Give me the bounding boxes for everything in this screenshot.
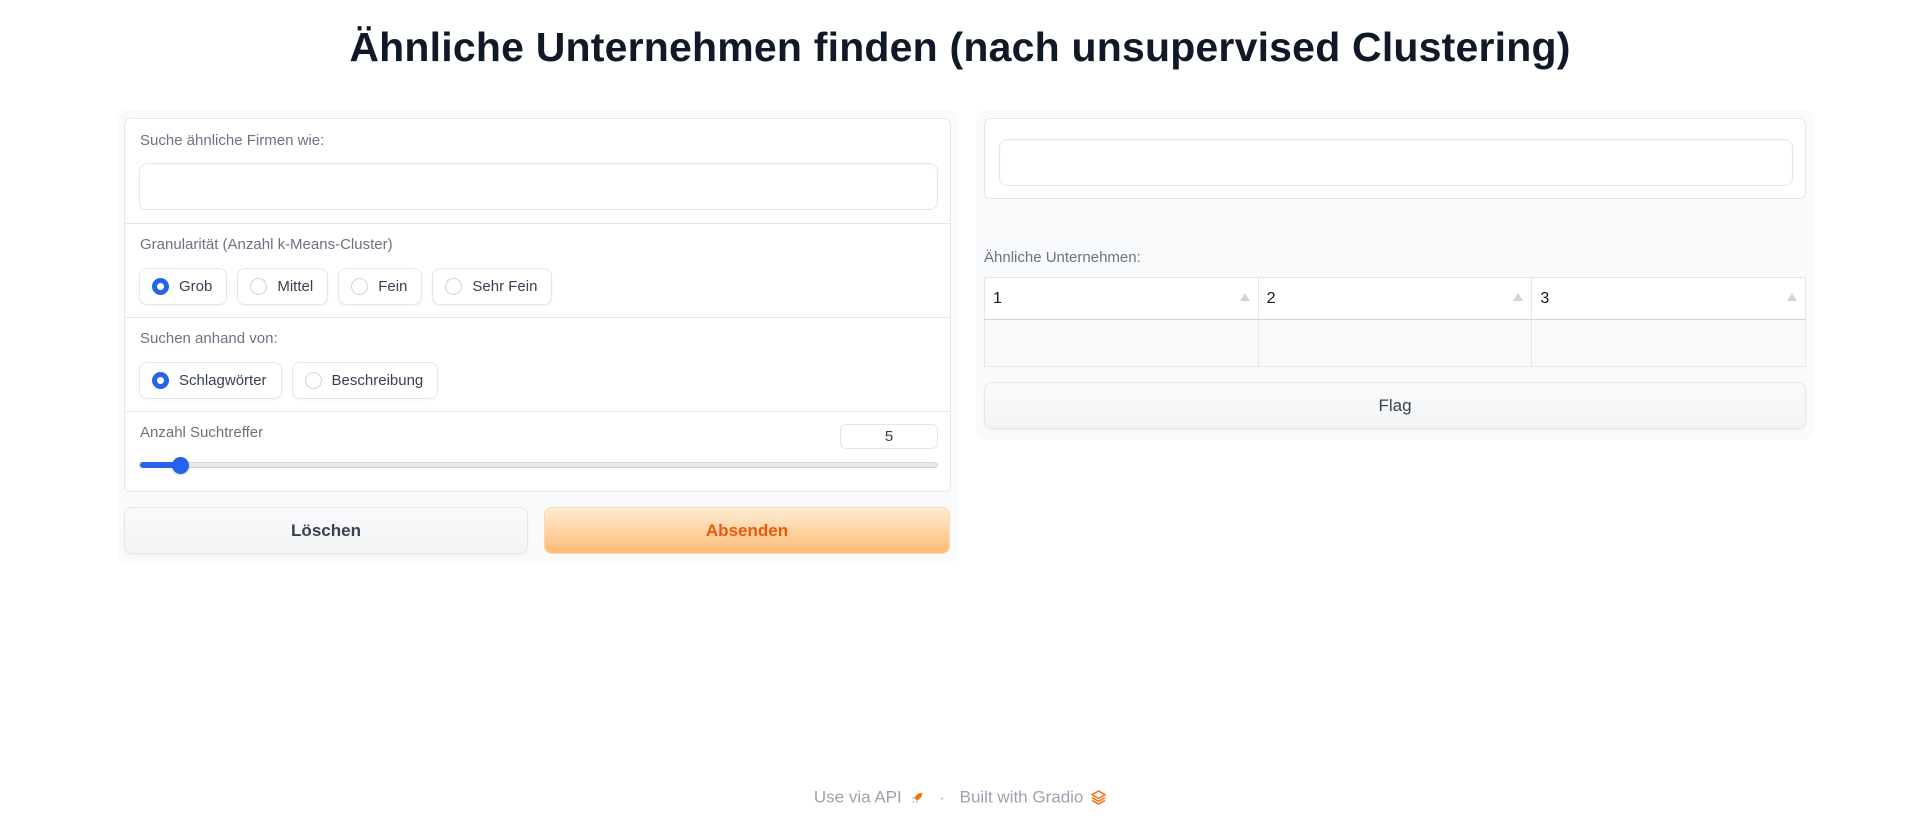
- radio-unchecked-icon: [351, 278, 369, 295]
- table-cell[interactable]: [1258, 319, 1533, 367]
- search-by-block: Suchen anhand von: Schlagwörter Beschrei…: [124, 318, 951, 412]
- radio-unchecked-icon: [250, 278, 268, 295]
- submit-button[interactable]: Absenden: [544, 507, 950, 554]
- sort-arrow-icon[interactable]: [1513, 293, 1524, 301]
- slider-thumb[interactable]: [171, 457, 189, 474]
- search-label: Suche ähnliche Firmen wie:: [140, 132, 325, 149]
- use-via-api-link[interactable]: Use via API: [814, 787, 929, 807]
- granularity-option-grob[interactable]: Grob: [139, 268, 228, 305]
- search-block: Suche ähnliche Firmen wie:: [124, 118, 951, 224]
- search-by-label: Suchen anhand von:: [140, 330, 278, 347]
- granularity-label: Granularität (Anzahl k-Means-Cluster): [140, 236, 393, 253]
- hits-label: Anzahl Suchtreffer: [140, 424, 264, 441]
- flag-button[interactable]: Flag: [984, 382, 1806, 429]
- table-header-cell[interactable]: 1: [984, 277, 1259, 320]
- granularity-option-fein[interactable]: Fein: [338, 268, 423, 305]
- granularity-radio-group: Grob Mittel Fein Sehr Fein: [139, 268, 553, 305]
- similar-companies-label: Ähnliche Unternehmen:: [984, 249, 1141, 266]
- sort-arrow-icon[interactable]: [1239, 293, 1250, 301]
- table-cell[interactable]: [984, 319, 1259, 367]
- search-by-radio-group: Schlagwörter Beschreibung: [139, 362, 439, 399]
- rocket-icon: [912, 792, 923, 804]
- footer: Use via API · Built with Gradio: [0, 787, 1920, 808]
- radio-checked-icon: [152, 372, 169, 389]
- footer-separator: ·: [939, 787, 945, 807]
- output-textbox[interactable]: [999, 139, 1793, 186]
- gradio-logo-icon: [1091, 790, 1107, 806]
- radio-checked-icon: [152, 278, 169, 295]
- granularity-block: Granularität (Anzahl k-Means-Cluster) Gr…: [124, 224, 951, 318]
- granularity-option-mittel[interactable]: Mittel: [237, 268, 329, 305]
- search-input[interactable]: [139, 163, 938, 210]
- search-by-option-schlagwoerter[interactable]: Schlagwörter: [139, 362, 282, 399]
- search-by-option-beschreibung[interactable]: Beschreibung: [291, 362, 439, 399]
- radio-unchecked-icon: [445, 278, 463, 295]
- table-cell[interactable]: [1531, 319, 1806, 367]
- output-block: [984, 118, 1806, 199]
- hits-slider[interactable]: [139, 457, 938, 474]
- similar-companies-table: 1 2 3: [984, 277, 1806, 367]
- table-header-cell[interactable]: 3: [1531, 277, 1806, 320]
- sort-arrow-icon[interactable]: [1787, 293, 1797, 301]
- clear-button[interactable]: Löschen: [124, 507, 528, 554]
- page-title: Ähnliche Unternehmen finden (nach unsupe…: [349, 24, 1571, 70]
- table-row: [984, 319, 1806, 367]
- hits-block: Anzahl Suchtreffer 5: [124, 412, 951, 492]
- hits-number-input[interactable]: 5: [840, 424, 938, 449]
- table-header-cell[interactable]: 2: [1258, 277, 1533, 320]
- built-with-gradio-link[interactable]: Built with Gradio: [960, 787, 1107, 807]
- granularity-option-sehr-fein[interactable]: Sehr Fein: [432, 268, 553, 305]
- output-panel: Ähnliche Unternehmen: 1 2 3 Flag: [976, 110, 1814, 440]
- radio-unchecked-icon: [304, 372, 322, 389]
- table-header-row: 1 2 3: [984, 277, 1806, 320]
- input-panel: Suche ähnliche Firmen wie: Granularität …: [118, 110, 957, 563]
